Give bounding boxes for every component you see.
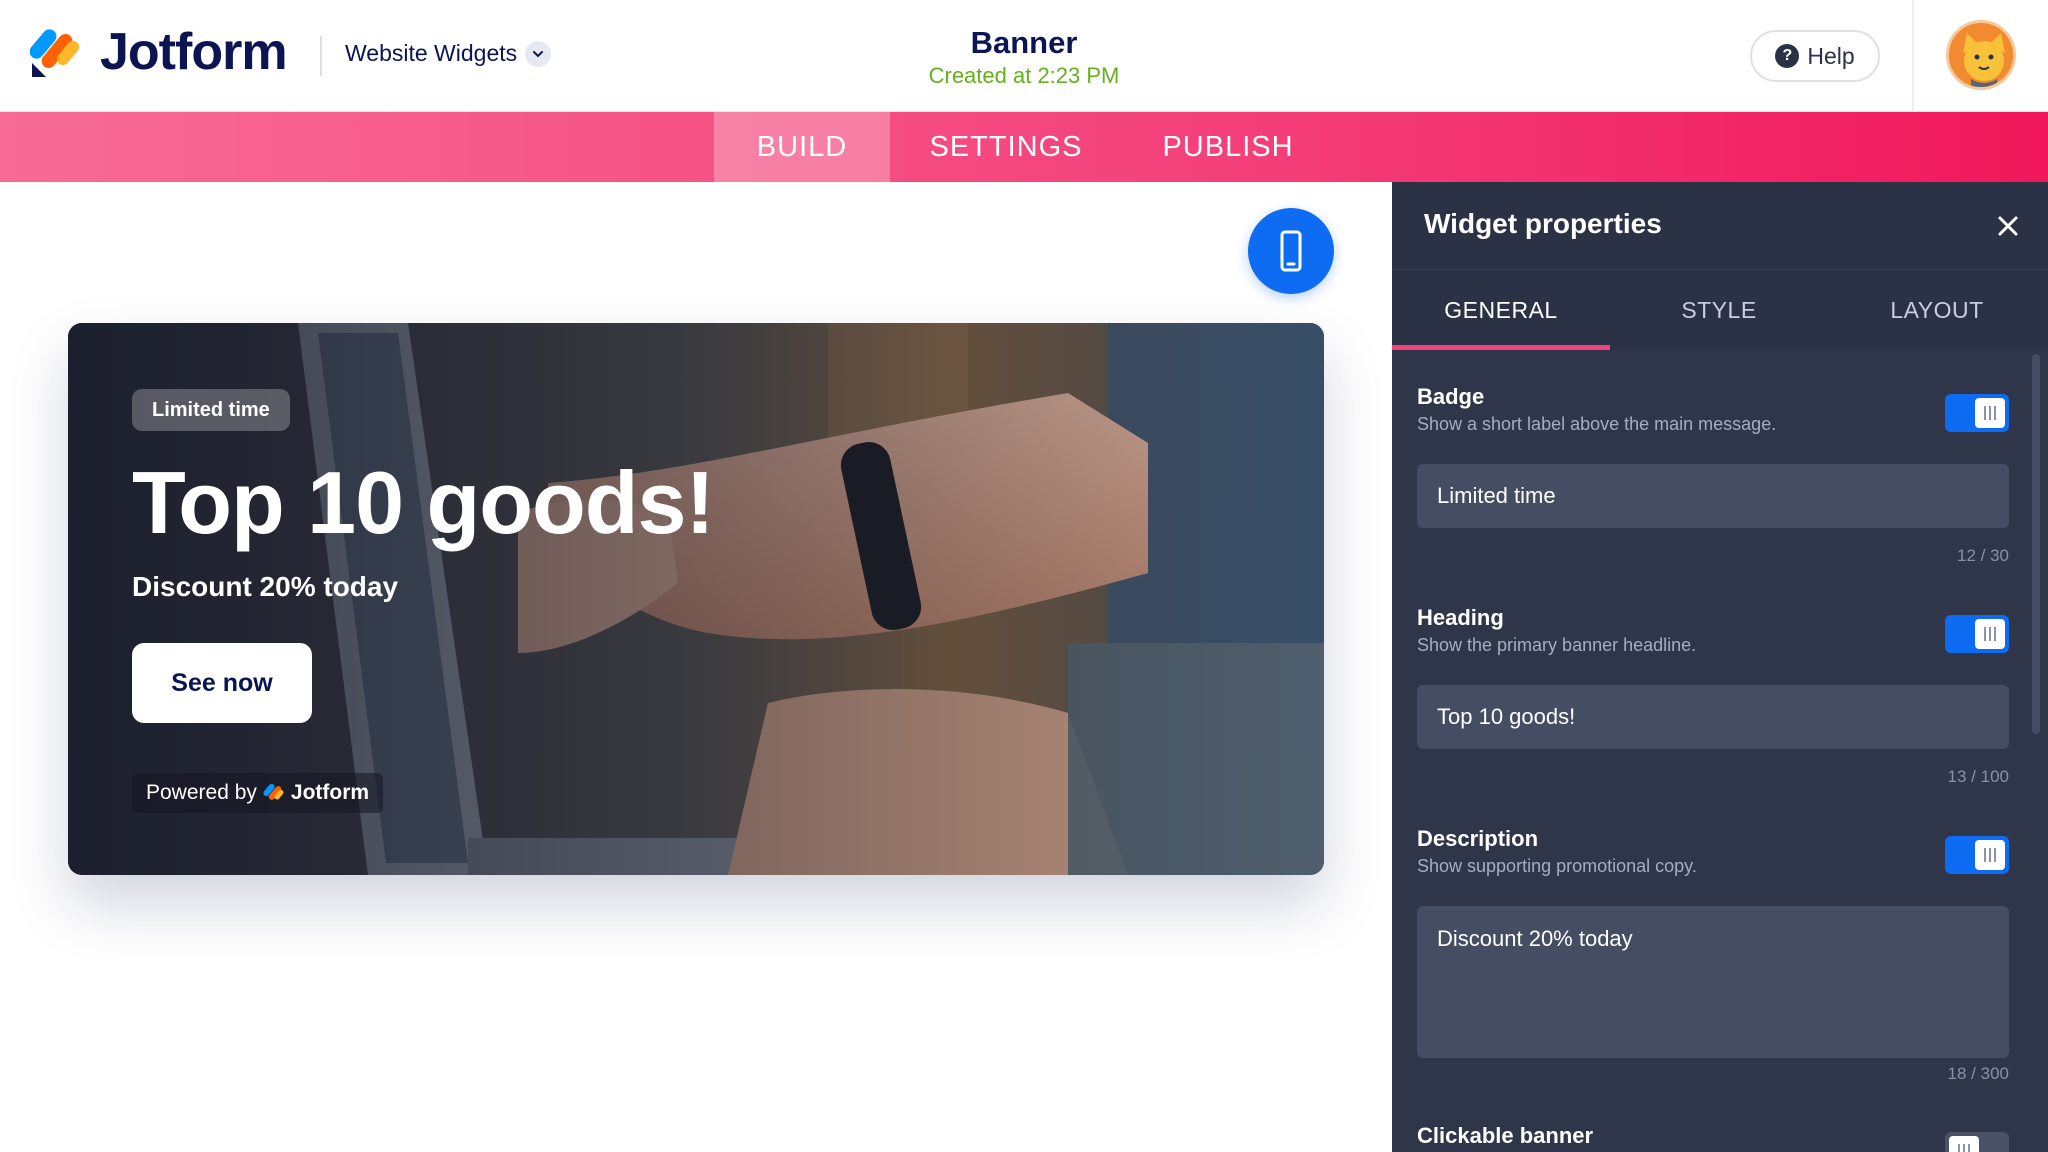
- heading-property-subtitle: Show the primary banner headline.: [1417, 635, 1697, 655]
- description-textarea[interactable]: Discount 20% today: [1417, 906, 2009, 1058]
- header-right-divider: [1912, 0, 1914, 112]
- badge-property-subtitle: Show a short label above the main messag…: [1417, 414, 1777, 434]
- cat-avatar-icon: [1949, 23, 2013, 87]
- toggle-knob: [1949, 1136, 1979, 1152]
- toggle-knob: [1975, 840, 2005, 870]
- help-icon: ?: [1775, 44, 1800, 68]
- builder-nav: BUILD SETTINGS PUBLISH: [0, 112, 2048, 182]
- banner-preview[interactable]: Limited time Top 10 goods! Discount 20% …: [68, 323, 1324, 875]
- preview-canvas: Limited time Top 10 goods! Discount 20% …: [0, 182, 1392, 1152]
- header-divider: [320, 36, 322, 76]
- badge-text-input[interactable]: Limited time: [1417, 464, 2009, 528]
- powered-by-badge[interactable]: Powered by Jotform: [132, 773, 384, 813]
- heading-text-input[interactable]: Top 10 goods!: [1417, 685, 2009, 749]
- help-button[interactable]: ? Help: [1750, 30, 1880, 82]
- tab-publish[interactable]: PUBLISH: [1140, 112, 1316, 182]
- banner-cta-button[interactable]: See now: [132, 643, 312, 723]
- help-label: Help: [1807, 42, 1855, 69]
- tab-settings[interactable]: SETTINGS: [904, 112, 1108, 182]
- tab-style[interactable]: STYLE: [1610, 270, 1828, 350]
- mobile-preview-button[interactable]: [1248, 208, 1334, 294]
- document-title-block: Banner Created at 2:23 PM: [824, 24, 1224, 90]
- badge-property-title: Badge: [1417, 384, 1485, 409]
- powered-by-brand: Jotform: [290, 781, 370, 804]
- chevron-down-icon: [525, 40, 552, 67]
- clickable-banner-toggle[interactable]: [1945, 1132, 2009, 1152]
- mobile-phone-icon: [1280, 230, 1302, 272]
- panel-title: Widget properties: [1424, 208, 1662, 239]
- tab-general[interactable]: GENERAL: [1392, 270, 1610, 350]
- description-char-counter: 18 / 300: [1947, 1064, 2009, 1083]
- heading-property-title: Heading: [1417, 605, 1504, 630]
- heading-char-counter: 13 / 100: [1947, 767, 2009, 786]
- tab-build[interactable]: BUILD: [714, 112, 890, 182]
- panel-header: Widget properties: [1392, 182, 2048, 270]
- toggle-knob: [1975, 619, 2005, 649]
- widget-properties-panel: Widget properties GENERAL STYLE LAYOUT B…: [1392, 182, 2048, 1152]
- page-title: Banner: [970, 25, 1078, 60]
- panel-tabs: GENERAL STYLE LAYOUT: [1392, 270, 2048, 350]
- powered-by-label: Powered by: [146, 781, 257, 804]
- panel-scrollbar[interactable]: [2032, 354, 2040, 734]
- description-property-subtitle: Show supporting promotional copy.: [1417, 856, 1697, 876]
- badge-char-counter: 12 / 30: [1957, 546, 2009, 565]
- jotform-mini-logo-icon: [263, 783, 284, 800]
- app-header: Jotform Website Widgets Banner Created a…: [0, 0, 2048, 112]
- tab-layout[interactable]: LAYOUT: [1828, 270, 2046, 350]
- jotform-logo-icon: [30, 29, 80, 77]
- banner-description: Discount 20% today: [132, 571, 399, 602]
- banner-heading: Top 10 goods!: [132, 453, 715, 552]
- jotform-logo[interactable]: Jotform: [30, 23, 288, 81]
- panel-body: Badge Show a short label above the main …: [1392, 350, 2048, 1152]
- product-switcher-label: Website Widgets: [345, 40, 518, 66]
- brand-name: Jotform: [100, 23, 288, 81]
- badge-toggle[interactable]: [1945, 394, 2009, 432]
- clickable-banner-property-title: Clickable banner: [1417, 1123, 1594, 1148]
- heading-toggle[interactable]: [1945, 615, 2009, 653]
- toggle-knob: [1975, 398, 2005, 428]
- close-icon[interactable]: [1992, 210, 2024, 242]
- banner-badge: Limited time: [132, 389, 290, 431]
- description-property-title: Description: [1417, 826, 1539, 851]
- product-switcher-dropdown[interactable]: Website Widgets: [345, 40, 552, 67]
- description-toggle[interactable]: [1945, 836, 2009, 874]
- created-timestamp: Created at 2:23 PM: [928, 63, 1120, 88]
- user-avatar[interactable]: [1946, 20, 2016, 90]
